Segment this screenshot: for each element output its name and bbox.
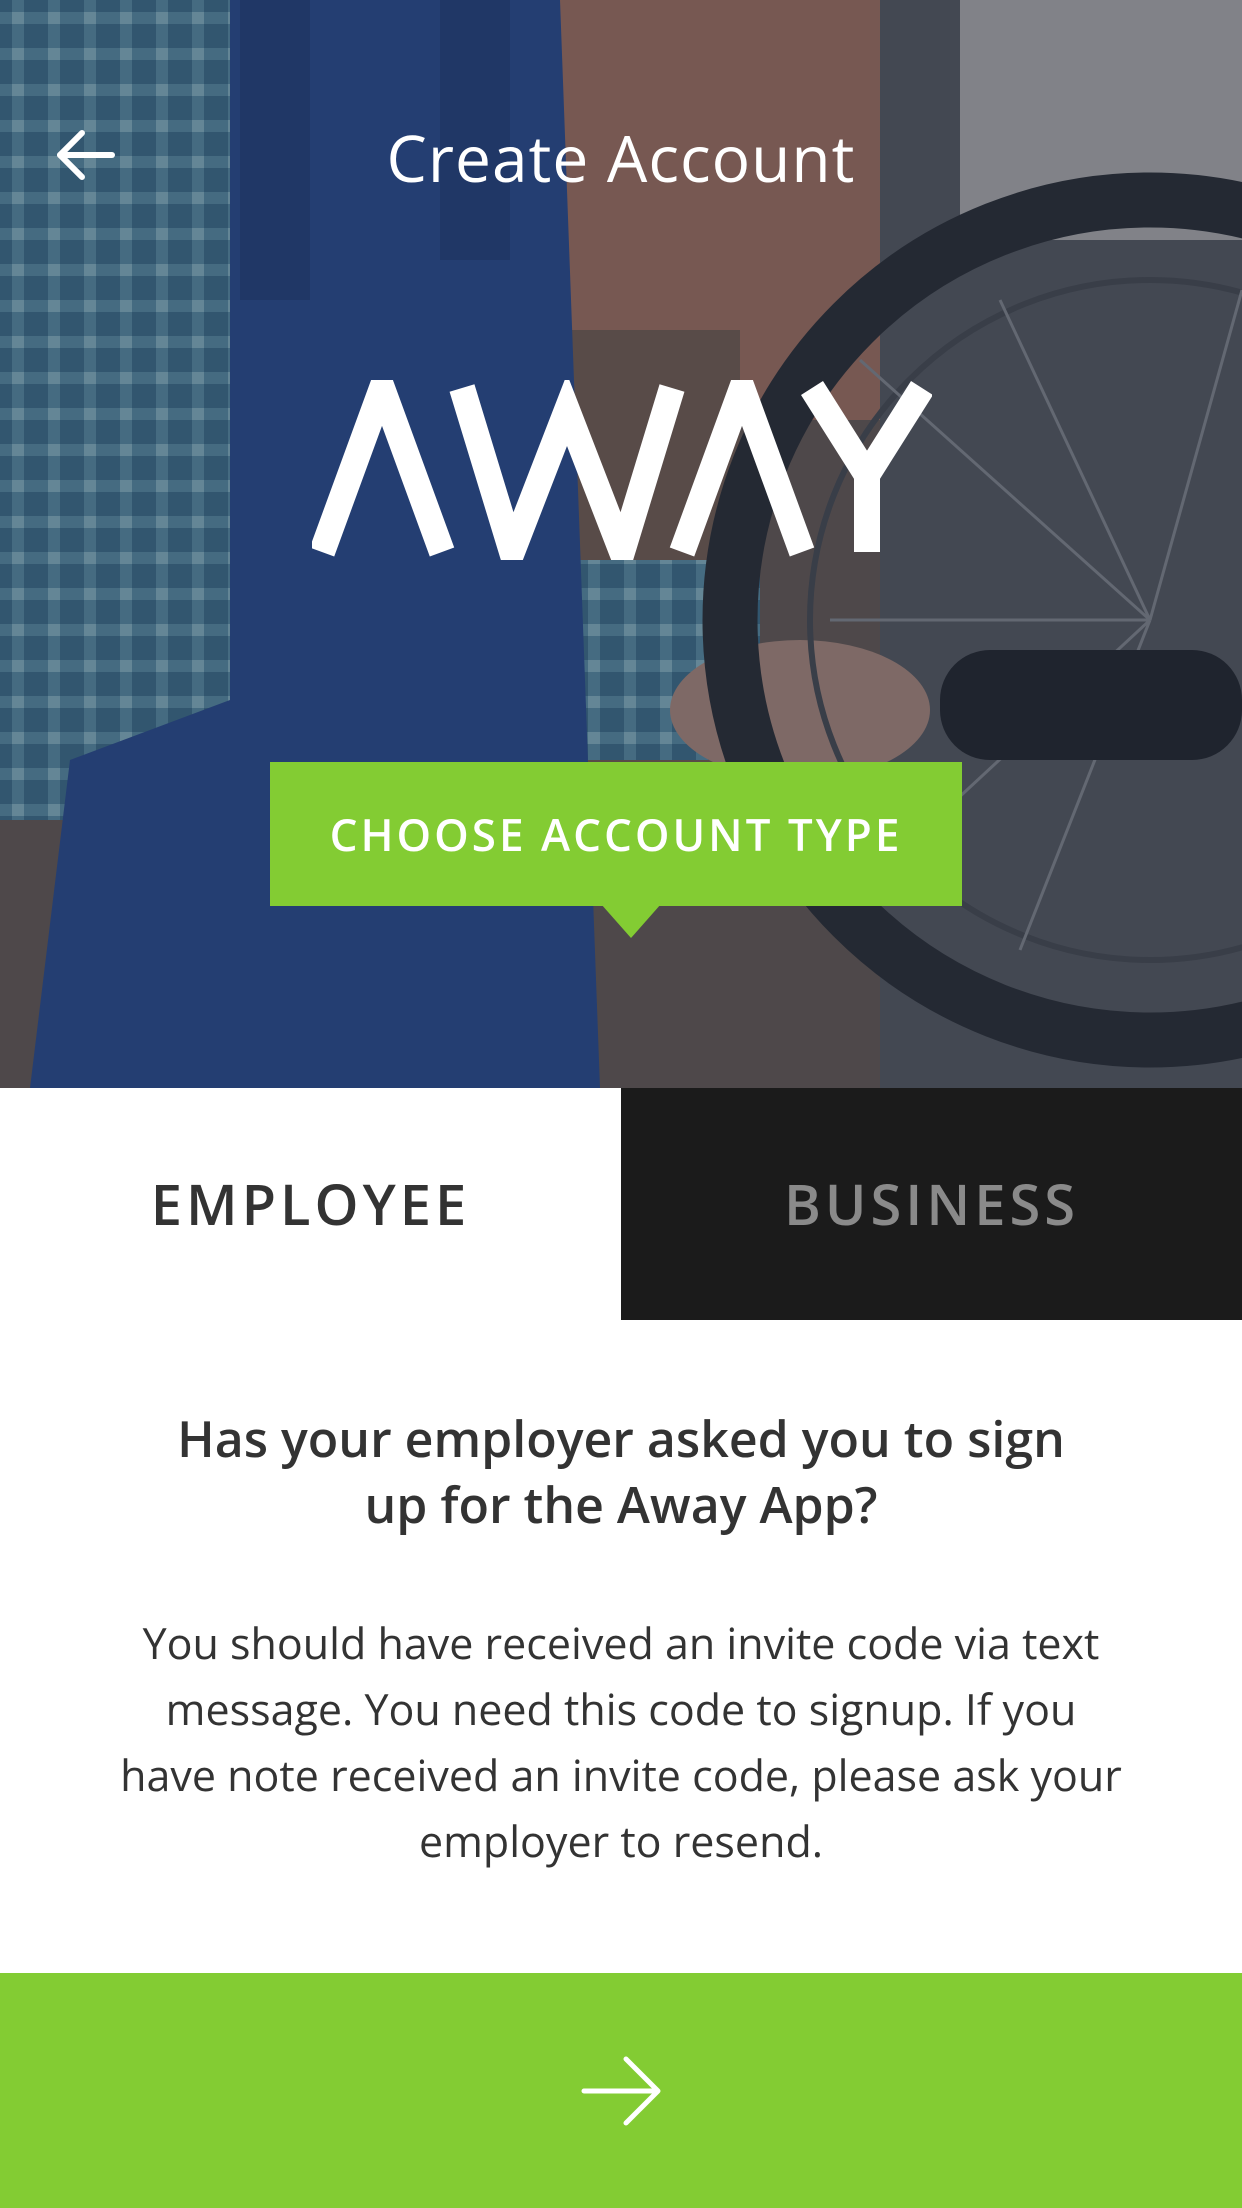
away-logo [309,350,933,592]
next-button[interactable] [0,1973,1242,2208]
info-body: You should have received an invite code … [120,1613,1122,1870]
banner-pointer [601,904,661,938]
choose-account-type-banner: CHOOSE ACCOUNT TYPE [270,762,962,906]
page-title: Create Account [386,114,856,201]
hero-background: Create Account CHOOSE ACCOUNT TYPE [0,0,1242,1088]
top-bar: Create Account [0,100,1242,210]
tab-business[interactable]: BUSINESS [621,1088,1242,1320]
info-headline: Has your employer asked you to sign up f… [177,1404,1065,1538]
employee-info: Has your employer asked you to sign up f… [0,1320,1242,1970]
arrow-right-icon [581,2056,661,2125]
account-type-tabs: EMPLOYEE BUSINESS [0,1088,1242,1320]
tab-employee[interactable]: EMPLOYEE [0,1088,621,1320]
